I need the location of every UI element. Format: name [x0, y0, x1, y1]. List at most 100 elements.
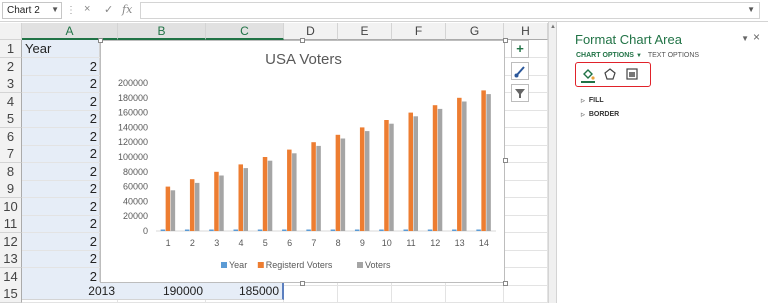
expand-icon: ▷: [581, 112, 585, 118]
formula-bar: Chart 2 ▼ ⋮ × ✓ fx ▼: [0, 0, 768, 22]
cell-a13[interactable]: 2: [22, 250, 100, 268]
resize-handle[interactable]: [503, 38, 508, 43]
resize-handle[interactable]: [300, 38, 305, 43]
row-header-13[interactable]: 13: [0, 250, 22, 268]
chevron-down-icon[interactable]: ▼: [741, 34, 749, 43]
bar-voters: [316, 145, 321, 231]
chevron-down-icon[interactable]: ▼: [51, 5, 59, 14]
chart-elements-button[interactable]: +: [511, 40, 529, 58]
cell-a15[interactable]: 2013: [22, 282, 118, 300]
cell-a7[interactable]: 2: [22, 145, 100, 163]
cell-a8[interactable]: 2: [22, 162, 100, 181]
pane-title: Format Chart Area: [575, 32, 682, 47]
fill-line-icon[interactable]: [581, 67, 595, 83]
effects-icon[interactable]: [603, 67, 617, 83]
row-header-1[interactable]: 1: [0, 40, 22, 58]
bar-voters: [437, 108, 443, 231]
row-header-4[interactable]: 4: [0, 92, 22, 111]
chart-plot: 0 20000 40000 60000 80000 100000 120000 140000 1…: [118, 78, 496, 270]
column-header-e[interactable]: E: [338, 23, 392, 40]
pane-scrollbar[interactable]: ▲: [548, 22, 556, 303]
bar-registerd-voters: [165, 186, 171, 231]
cell-a3[interactable]: 2: [22, 75, 100, 93]
cell-a11[interactable]: 2: [22, 215, 100, 233]
row-header-10[interactable]: 10: [0, 197, 22, 216]
close-icon[interactable]: ▼ ×: [741, 30, 760, 44]
size-properties-icon[interactable]: [625, 67, 639, 83]
x-tick-label: 2: [190, 238, 195, 248]
bar-registerd-voters: [262, 157, 268, 231]
filter-icon: [515, 89, 525, 98]
row-header-9[interactable]: 9: [0, 180, 22, 198]
column-header-h[interactable]: H: [504, 23, 548, 40]
expand-formula-icon[interactable]: ▼: [747, 5, 755, 14]
cell-a9[interactable]: 2: [22, 180, 100, 198]
chart-area[interactable]: USA Voters 0 20000 40000 60000 80000 100000 12…: [100, 40, 505, 283]
cell-a1[interactable]: Year: [22, 40, 100, 58]
column-header-b[interactable]: B: [118, 23, 206, 40]
brush-icon: [514, 66, 525, 78]
x-tick-label: 14: [479, 238, 489, 248]
column-header-g[interactable]: G: [446, 23, 504, 40]
bar-voters: [267, 160, 273, 231]
tab-text-options[interactable]: TEXT OPTIONS: [648, 52, 699, 59]
row-header-3[interactable]: 3: [0, 75, 22, 93]
y-tick-label: 140000: [118, 122, 148, 132]
chevron-down-icon: ▼: [635, 53, 642, 59]
row-header-2[interactable]: 2: [0, 57, 22, 76]
y-tick-label: 60000: [123, 182, 148, 192]
cell-a10[interactable]: 2: [22, 197, 100, 216]
row-header-7[interactable]: 7: [0, 145, 22, 163]
tab-chart-options[interactable]: CHART OPTIONS ▼: [576, 52, 642, 59]
cell-a12[interactable]: 2: [22, 232, 100, 251]
x-tick-label: 7: [311, 238, 316, 248]
bar-registerd-voters: [457, 97, 462, 231]
row-header-11[interactable]: 11: [0, 215, 22, 233]
bar-voters: [219, 175, 224, 231]
row-header-6[interactable]: 6: [0, 127, 22, 146]
close-label[interactable]: ×: [753, 30, 760, 44]
resize-handle[interactable]: [503, 281, 508, 286]
bar-registerd-voters: [311, 142, 316, 231]
cell-c15[interactable]: 185000: [206, 282, 284, 300]
bar-year: [354, 229, 360, 231]
row-header-8[interactable]: 8: [0, 162, 22, 181]
bar-year: [379, 229, 384, 231]
row-header-14[interactable]: 14: [0, 267, 22, 286]
bar-year: [209, 229, 214, 231]
cell-a5[interactable]: 2: [22, 110, 100, 128]
column-header-d[interactable]: D: [284, 23, 338, 40]
cancel-icon[interactable]: ×: [84, 3, 90, 15]
row-header-15[interactable]: 15: [0, 285, 22, 303]
row-header-5[interactable]: 5: [0, 110, 22, 128]
column-header-a[interactable]: A: [22, 23, 118, 40]
legend-swatch: [221, 262, 227, 268]
section-fill[interactable]: ▷ FILL: [581, 97, 604, 104]
select-all-corner[interactable]: [0, 23, 22, 40]
cell-a6[interactable]: 2: [22, 127, 100, 146]
bar-year: [403, 229, 408, 231]
cell-a2[interactable]: 2: [22, 57, 100, 76]
cell-b15[interactable]: 190000: [118, 282, 206, 300]
resize-handle[interactable]: [503, 158, 508, 163]
row-header-12[interactable]: 12: [0, 232, 22, 251]
section-border[interactable]: ▷ BORDER: [581, 111, 619, 118]
x-tick-label: 4: [238, 238, 243, 248]
bar-voters: [170, 190, 176, 231]
chart-filters-button[interactable]: [511, 84, 529, 102]
name-box[interactable]: Chart 2 ▼: [2, 2, 62, 19]
bar-registerd-voters: [432, 105, 438, 231]
fx-icon[interactable]: fx: [122, 3, 132, 16]
column-header-f[interactable]: F: [392, 23, 446, 40]
resize-handle[interactable]: [300, 281, 305, 286]
resize-handle[interactable]: [98, 38, 103, 43]
column-header-c[interactable]: C: [206, 23, 284, 40]
enter-icon[interactable]: ✓: [104, 3, 113, 16]
formula-input[interactable]: ▼: [140, 2, 760, 19]
bar-voters: [462, 101, 467, 231]
y-tick-label: 120000: [118, 137, 148, 147]
cell-a4[interactable]: 2: [22, 92, 100, 111]
x-tick-label: 12: [430, 238, 440, 248]
bar-voters: [292, 153, 297, 231]
chart-styles-button[interactable]: [511, 62, 529, 80]
